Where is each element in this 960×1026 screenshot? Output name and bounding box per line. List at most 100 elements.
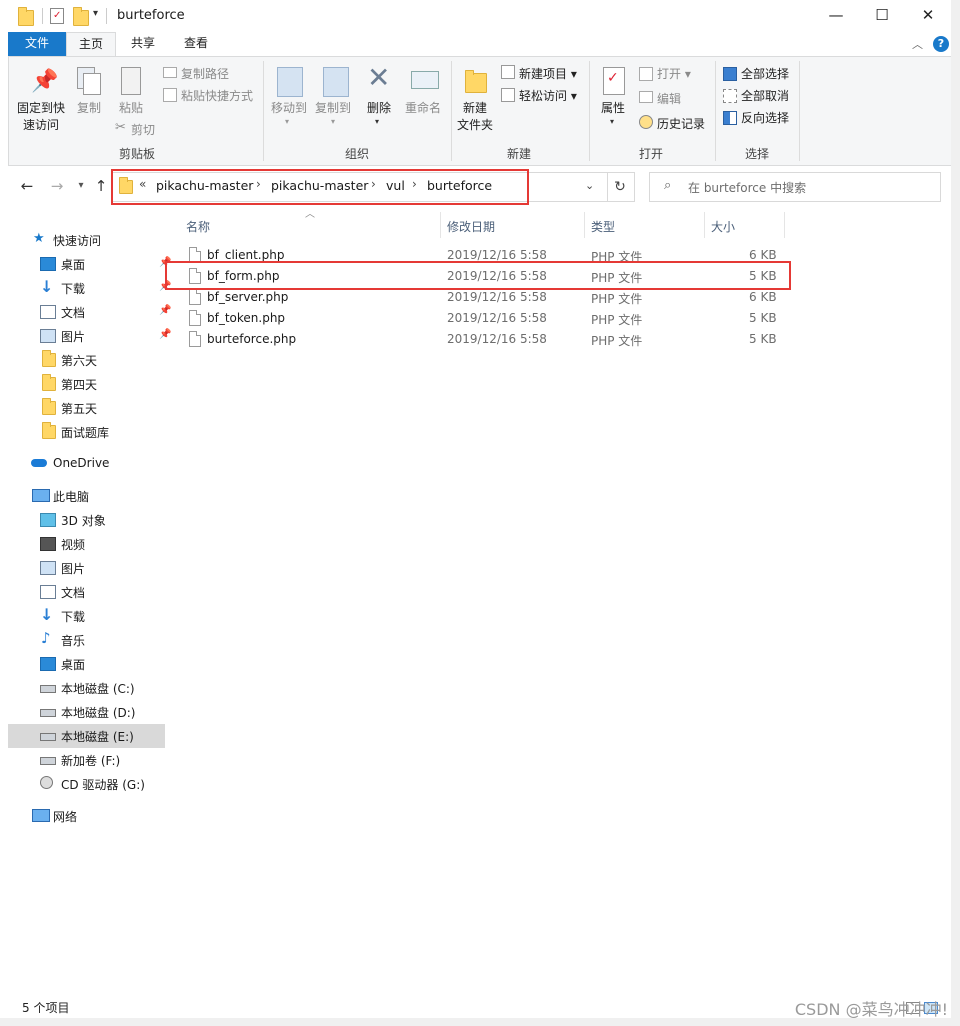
copy-path-button[interactable]: 复制路径	[181, 65, 229, 82]
nav-label: 第五天	[61, 402, 98, 416]
file-size: 6 KB	[749, 248, 777, 262]
tab-home[interactable]: 主页	[66, 32, 116, 57]
move-to-button[interactable]: 移动到	[267, 100, 311, 117]
tab-file[interactable]: 文件	[8, 32, 66, 56]
column-header-name[interactable]: 名称	[186, 218, 210, 235]
help-icon[interactable]: ?	[933, 36, 949, 52]
column-header-modified[interactable]: 修改日期	[447, 218, 495, 235]
copy-button[interactable]: 复制	[71, 100, 107, 117]
nav-quick-pictures[interactable]: 图片 📌	[8, 324, 171, 348]
nav-quick-downloads[interactable]: ↓ 下载 📌	[8, 276, 171, 300]
nav-pc-drive-d[interactable]: 本地磁盘 (D:)	[8, 700, 165, 724]
column-header-size[interactable]: 大小	[711, 218, 735, 235]
refresh-button[interactable]: ↻	[606, 172, 635, 202]
nav-pc-videos[interactable]: 视频	[8, 532, 165, 556]
nav-pc-drive-f[interactable]: 新加卷 (F:)	[8, 748, 165, 772]
nav-quick-access[interactable]: ★ 快速访问	[8, 228, 165, 252]
select-none-icon	[723, 89, 737, 103]
column-divider[interactable]	[584, 212, 585, 238]
nav-onedrive[interactable]: OneDrive	[8, 452, 165, 476]
history-button[interactable]: 历史记录	[657, 115, 705, 132]
nav-label: 第六天	[61, 354, 98, 368]
new-item-button[interactable]: 新建项目 ▾	[519, 65, 577, 82]
pin-label: 固定到快 速访问	[16, 101, 65, 132]
pin-icon[interactable]: 📌	[159, 329, 171, 340]
select-none-button[interactable]: 全部取消	[741, 87, 789, 104]
file-size: 5 KB	[749, 332, 777, 346]
paste-shortcut-button[interactable]: 粘贴快捷方式	[181, 87, 253, 104]
column-divider[interactable]	[440, 212, 441, 238]
nav-pc-downloads[interactable]: ↓ 下载	[8, 604, 165, 628]
divider	[589, 61, 590, 161]
new-folder-quick-icon[interactable]	[73, 7, 89, 26]
rename-icon	[411, 71, 439, 89]
forward-button[interactable]: →	[47, 176, 67, 196]
nav-label: CD 驱动器 (G:)	[61, 778, 145, 792]
nav-quick-folder[interactable]: 第四天	[8, 372, 165, 396]
file-modified: 2019/12/16 5:58	[447, 248, 547, 262]
nav-quick-folder[interactable]: 第五天	[8, 396, 165, 420]
new-folder-button[interactable]: 新建 文件夹	[453, 100, 497, 134]
nav-quick-folder[interactable]: 面试题库	[8, 420, 165, 444]
column-header-type[interactable]: 类型	[591, 218, 615, 235]
recent-locations-icon[interactable]: ▾	[71, 176, 91, 196]
collapse-ribbon-icon[interactable]: ︿	[912, 36, 923, 52]
file-row[interactable]: bf_token.php 2019/12/16 5:58 PHP 文件 5 KB	[183, 308, 783, 329]
nav-this-pc[interactable]: 此电脑	[8, 484, 165, 508]
nav-label: 音乐	[61, 634, 86, 648]
desktop-icon	[40, 257, 56, 271]
properties-quick-icon[interactable]: ✓	[50, 8, 64, 24]
select-all-button[interactable]: 全部选择	[741, 65, 789, 82]
nav-label: 快速访问	[53, 234, 102, 248]
up-button[interactable]: ↑	[91, 176, 111, 196]
nav-pc-music[interactable]: ♪ 音乐	[8, 628, 165, 652]
close-button[interactable]: ✕	[905, 0, 951, 32]
file-row[interactable]: bf_server.php 2019/12/16 5:58 PHP 文件 6 K…	[183, 287, 783, 308]
invert-selection-button[interactable]: 反向选择	[741, 109, 789, 126]
back-button[interactable]: ←	[17, 176, 37, 196]
edit-button[interactable]: 编辑	[657, 90, 681, 107]
column-divider[interactable]	[784, 212, 785, 238]
copy-to-button[interactable]: 复制到	[311, 100, 355, 117]
search-input[interactable]: ⌕ 在 burteforce 中搜索	[649, 172, 941, 202]
open-button[interactable]: 打开 ▾	[657, 65, 691, 82]
cd-drive-icon	[40, 776, 53, 789]
nav-quick-folder[interactable]: 第六天	[8, 348, 165, 372]
nav-label: 桌面	[61, 258, 86, 272]
nav-pc-desktop[interactable]: 桌面	[8, 652, 165, 676]
nav-quick-desktop[interactable]: 桌面 📌	[8, 252, 171, 276]
php-file-icon	[189, 331, 201, 347]
nav-network[interactable]: 网络	[8, 804, 165, 828]
edit-icon	[639, 91, 653, 103]
nav-pc-pictures[interactable]: 图片	[8, 556, 165, 580]
nav-pc-drive-c[interactable]: 本地磁盘 (C:)	[8, 676, 165, 700]
nav-quick-documents[interactable]: 文档 📌	[8, 300, 171, 324]
nav-pc-documents[interactable]: 文档	[8, 580, 165, 604]
nav-pc-3d-objects[interactable]: 3D 对象	[8, 508, 165, 532]
delete-button[interactable]: 删除	[361, 100, 397, 117]
pin-icon[interactable]: 📌	[159, 305, 171, 316]
paste-button[interactable]: 粘贴	[113, 100, 149, 117]
cut-button[interactable]: 剪切	[131, 121, 155, 138]
address-dropdown-icon[interactable]: ⌄	[585, 179, 594, 192]
column-divider[interactable]	[704, 212, 705, 238]
rename-button[interactable]: 重命名	[401, 100, 445, 117]
title-bar: ✓ ▾ burteforce — ☐ ✕	[0, 0, 960, 32]
window-title: burteforce	[117, 8, 185, 23]
maximize-button[interactable]: ☐	[859, 0, 905, 32]
nav-pc-drive-e[interactable]: 本地磁盘 (E:)	[8, 724, 165, 748]
customize-quick-access-icon[interactable]: ▾	[93, 8, 98, 19]
properties-button[interactable]: 属性	[593, 100, 633, 117]
nav-label: 面试题库	[61, 426, 110, 440]
new-folder-label: 新建 文件夹	[456, 101, 493, 132]
tab-view[interactable]: 查看	[172, 32, 220, 56]
chevron-down-icon: ▾	[285, 117, 290, 126]
tab-share[interactable]: 共享	[120, 32, 166, 56]
divider	[451, 61, 452, 161]
file-row[interactable]: burteforce.php 2019/12/16 5:58 PHP 文件 5 …	[183, 329, 783, 350]
nav-pc-drive-g[interactable]: CD 驱动器 (G:)	[8, 772, 165, 796]
easy-access-button[interactable]: 轻松访问 ▾	[519, 87, 577, 104]
minimize-button[interactable]: —	[813, 0, 859, 32]
pin-quick-access-button[interactable]: 固定到快 速访问	[11, 100, 71, 134]
nav-label: 图片	[61, 330, 86, 344]
